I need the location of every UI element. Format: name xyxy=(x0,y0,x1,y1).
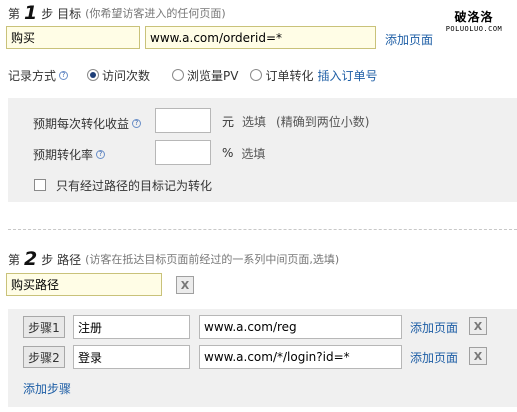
rate-optional: 选填 xyxy=(241,146,266,161)
step2-title: 步 路径 xyxy=(41,252,82,267)
step1-url-input[interactable] xyxy=(199,315,402,339)
radio-visits[interactable] xyxy=(87,69,100,81)
insert-order-link[interactable]: 插入订单号 xyxy=(318,67,378,84)
value-label: 预期每次转化收益 xyxy=(33,116,130,131)
value-optional: 选填 xyxy=(242,114,267,129)
radio-pageviews-label[interactable]: 浏览量PV xyxy=(187,67,238,84)
goal-name-input[interactable] xyxy=(6,26,140,49)
rate-label: 预期转化率 xyxy=(33,147,94,162)
step1-title: 步 目标 xyxy=(41,6,82,21)
step1-hint: (你希望访客进入的任何页面) xyxy=(85,7,226,20)
path-only-checkbox[interactable] xyxy=(34,179,46,191)
step2-number: 2 xyxy=(24,248,38,270)
watermark-logo: 破洛洛 POLUOLUO.COM xyxy=(434,8,514,33)
goal-url-input[interactable] xyxy=(145,26,376,49)
step1-number: 1 xyxy=(24,2,38,24)
radio-order-label[interactable]: 订单转化 xyxy=(265,67,313,84)
question-icon[interactable]: ? xyxy=(59,70,69,80)
step2-add-page-link[interactable]: 添加页面 xyxy=(410,349,458,366)
step2-header: 第 2 步 路径 (访客在抵达目标页面前经过的一系列中间页面,选填) xyxy=(8,248,339,270)
rate-label-row: 预期转化率 ? xyxy=(33,146,106,162)
radio-pageviews[interactable] xyxy=(172,69,185,81)
record-method-row: 记录方式 ? 访问次数 浏览量PV 订单转化 插入订单号 xyxy=(8,66,378,84)
radio-visits-label[interactable]: 访问次数 xyxy=(102,67,150,84)
step1-button[interactable]: 步骤1 xyxy=(23,316,65,338)
step2-prefix: 第 xyxy=(8,252,21,267)
path-name-input[interactable] xyxy=(6,273,162,296)
question-icon[interactable]: ? xyxy=(96,149,106,159)
remove-path-button[interactable]: X xyxy=(176,276,194,294)
step2-button[interactable]: 步骤2 xyxy=(23,346,65,368)
value-hint-row: 元 选填 (精确到两位小数) xyxy=(222,113,369,129)
section-divider xyxy=(8,229,517,230)
path-only-row: 只有经过路径的目标记为转化 xyxy=(34,177,212,193)
step2-remove-button[interactable]: X xyxy=(469,347,487,365)
step1-add-page-link[interactable]: 添加页面 xyxy=(410,319,458,336)
step2-name-input[interactable] xyxy=(73,345,190,369)
value-note: (精确到两位小数) xyxy=(276,114,370,129)
step1-remove-button[interactable]: X xyxy=(469,317,487,335)
expected-value-input[interactable] xyxy=(155,108,211,133)
value-unit: 元 xyxy=(222,114,235,129)
add-step-link[interactable]: 添加步骤 xyxy=(23,380,71,397)
rate-hint-row: % 选填 xyxy=(222,145,265,161)
watermark-en: POLUOLUO.COM xyxy=(445,25,503,33)
radio-order[interactable] xyxy=(250,69,263,81)
step1-prefix: 第 xyxy=(8,6,21,21)
watermark-cn: 破洛洛 xyxy=(454,10,494,24)
value-label-row: 预期每次转化收益 ? xyxy=(33,115,142,131)
step1-header: 第 1 步 目标 (你希望访客进入的任何页面) xyxy=(8,2,226,24)
step2-hint: (访客在抵达目标页面前经过的一系列中间页面,选填) xyxy=(85,253,340,266)
path-only-label[interactable]: 只有经过路径的目标记为转化 xyxy=(56,177,212,194)
record-method-label: 记录方式 xyxy=(8,68,57,83)
step2-url-input[interactable] xyxy=(199,345,402,369)
rate-unit: % xyxy=(222,146,234,160)
expected-rate-input[interactable] xyxy=(155,140,211,165)
goal-add-page-link[interactable]: 添加页面 xyxy=(385,31,433,48)
step1-name-input[interactable] xyxy=(73,315,190,339)
question-icon[interactable]: ? xyxy=(132,118,142,128)
